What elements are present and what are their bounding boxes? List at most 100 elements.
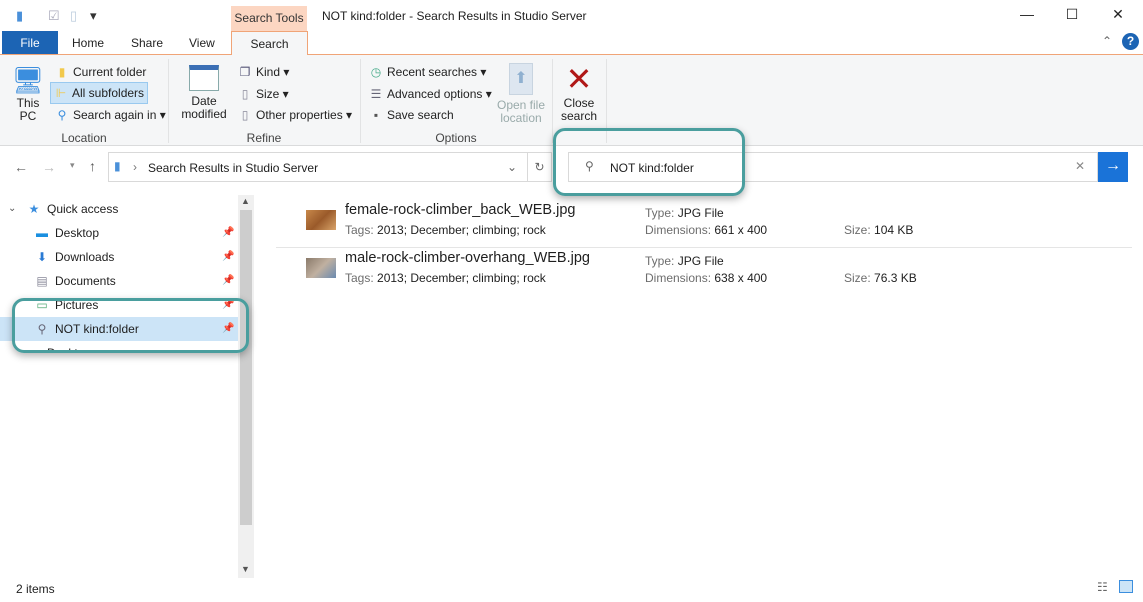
search-go-button[interactable]: → [1098,152,1128,182]
help-icon[interactable]: ? [1122,33,1139,50]
calendar-icon [189,65,219,91]
current-folder-button[interactable]: ▮ Current folder [52,63,149,83]
file-row[interactable]: female-rock-climber_back_WEB.jpg Tags: 2… [276,202,1132,248]
address-bar[interactable]: ▮ › Search Results in Studio Server ⌄ [108,152,528,182]
kind-dropdown[interactable]: ❐ Kind ▾ [238,63,290,81]
properties-icon: ▯ [241,108,249,122]
date-modified-dropdown[interactable]: Date modified [174,63,234,121]
maximize-button[interactable]: ☐ [1057,6,1087,23]
pin-icon: 📌 [222,251,235,262]
nav-item-documents[interactable]: ▤ Documents 📌 [0,269,238,293]
computer-icon: 🖥 [11,65,45,95]
recent-locations-button[interactable]: ▾ [70,160,75,171]
status-item-count: 2 items [16,582,55,596]
collapse-ribbon-icon[interactable]: ⌃ [1102,34,1112,48]
file-name: male-rock-climber-overhang_WEB.jpg [345,250,590,266]
nav-item-desktop[interactable]: ▬ Desktop 📌 [0,221,238,245]
up-button[interactable]: ↑ [89,158,96,174]
group-label-refine: Refine [246,131,282,145]
breadcrumb-chevron-icon: › [133,160,137,174]
large-icons-view-icon[interactable] [1119,580,1133,593]
open-location-icon: ⬆ [509,63,533,95]
subfolders-icon: ⊩ [55,86,67,100]
file-type: JPG File [677,254,724,268]
advanced-options-dropdown[interactable]: ☰ Advanced options ▾ [369,85,492,103]
file-row[interactable]: male-rock-climber-overhang_WEB.jpg Tags:… [276,250,1132,296]
this-pc-button[interactable]: 🖥 This PC [10,63,46,123]
save-icon: ▪ [373,108,379,122]
title-bar: ▮ ☑ ▯ ▾ Search Tools NOT kind:folder - S… [0,0,1143,31]
tags-label: Tags: [345,271,374,285]
image-thumbnail [306,258,336,278]
open-file-location-button[interactable]: ⬆ Open file location [494,63,548,125]
customize-qat-icon[interactable]: ▾ [90,8,97,24]
breadcrumb: Search Results in Studio Server [148,161,319,175]
tab-file[interactable]: File [2,31,58,55]
file-dimensions: 638 x 400 [714,271,768,285]
window-title: NOT kind:folder - Search Results in Stud… [322,9,587,23]
tab-view[interactable]: View [175,31,229,55]
download-icon: ⬇ [36,250,48,264]
tab-home[interactable]: Home [58,31,118,55]
folder-icon: ▮ [58,65,66,79]
all-subfolders-button[interactable]: ⊩ All subfolders [50,82,149,104]
document-icon: ▤ [36,274,48,288]
scroll-up-icon[interactable]: ▲ [241,196,250,206]
saved-search-callout [12,298,249,353]
file-dimensions: 661 x 400 [714,223,768,237]
nav-scrollbar-thumb[interactable] [240,210,252,525]
pin-icon: 📌 [222,275,235,286]
new-folder-icon[interactable]: ▯ [70,8,77,24]
minimize-button[interactable]: — [1012,6,1042,22]
other-properties-dropdown[interactable]: ▯ Other properties ▾ [238,106,352,124]
forward-button[interactable]: → [42,159,56,175]
type-label: Type: [645,254,675,268]
search-again-icon: ⚲ [57,108,67,122]
kind-icon: ❐ [239,65,251,79]
tags-label: Tags: [345,223,374,237]
properties-icon[interactable]: ☑ [48,8,60,24]
search-tools-context: Search Tools [231,6,307,31]
nav-item-quick-access[interactable]: ⌄ ★ Quick access [0,197,238,221]
size-label: Size: [844,223,871,237]
type-label: Type: [645,206,675,220]
back-button[interactable]: ← [14,159,28,175]
divider [552,59,553,143]
close-search-icon: ✕ [565,61,593,97]
tab-share[interactable]: Share [117,31,177,55]
file-type: JPG File [677,206,724,220]
file-tags: 2013; December; climbing; rock [377,271,546,285]
details-view-icon[interactable]: ☷ [1097,580,1108,594]
pin-icon: 📌 [222,227,235,238]
search-results-icon: ▮ [114,159,121,173]
size-dropdown[interactable]: ▯ Size ▾ [238,85,289,103]
address-dropdown-icon[interactable]: ⌄ [507,160,517,174]
file-tags: 2013; December; climbing; rock [377,223,546,237]
nav-item-downloads[interactable]: ⬇ Downloads 📌 [0,245,238,269]
star-icon: ★ [28,202,40,216]
file-size: 104 KB [874,223,914,237]
save-search-button[interactable]: ▪ Save search [369,106,454,124]
clear-search-icon[interactable]: ✕ [1075,159,1085,173]
close-search-button[interactable]: ✕ Close search [556,61,602,123]
file-name: female-rock-climber_back_WEB.jpg [345,202,576,218]
expand-chevron-icon[interactable]: ⌄ [8,197,16,221]
search-again-in-dropdown[interactable]: ⚲ Search again in ▾ [52,106,169,126]
scroll-down-icon[interactable]: ▼ [241,564,250,574]
dimensions-label: Dimensions: [645,271,712,285]
recent-searches-dropdown[interactable]: ◷ Recent searches ▾ [369,63,487,81]
refresh-button[interactable]: ↻ [528,152,552,182]
size-label: Size: [844,271,871,285]
group-label-options: Options [435,131,477,145]
recent-searches-icon: ◷ [370,65,382,79]
explorer-icon: ▮ [16,8,24,23]
close-button[interactable]: ✕ [1103,6,1133,23]
image-thumbnail [306,210,336,230]
size-icon: ▯ [241,87,249,101]
desktop-icon: ▬ [36,226,48,240]
tab-search[interactable]: Search [231,31,308,55]
search-box-callout [553,128,745,196]
file-size: 76.3 KB [874,271,917,285]
advanced-options-icon: ☰ [370,87,382,101]
dimensions-label: Dimensions: [645,223,712,237]
